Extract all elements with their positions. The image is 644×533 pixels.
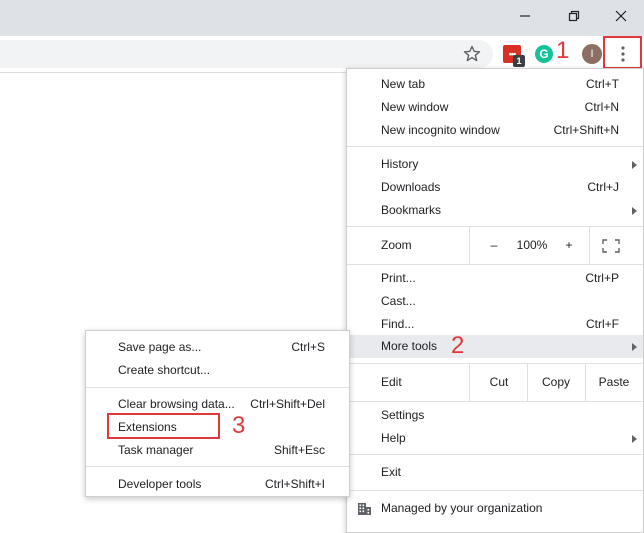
annotation-step-1: 1 xyxy=(556,37,570,64)
menu-item-print[interactable]: Print... Ctrl+P xyxy=(347,267,643,290)
menu-separator xyxy=(347,490,643,491)
menu-shortcut: Ctrl+Shift+N xyxy=(553,123,619,137)
menu-label: Help xyxy=(381,431,406,445)
menu-item-bookmarks[interactable]: Bookmarks xyxy=(347,199,643,222)
menu-label: Exit xyxy=(381,465,402,479)
submenu-item-task-manager[interactable]: Task manager Shift+Esc xyxy=(86,439,349,462)
menu-item-cast[interactable]: Cast... xyxy=(347,290,643,313)
menu-separator xyxy=(347,454,643,455)
menu-separator xyxy=(347,401,643,402)
menu-shortcut: Shift+Esc xyxy=(273,443,325,457)
menu-shortcut: Ctrl+J xyxy=(587,180,619,194)
zoom-level: 100% xyxy=(516,238,548,252)
edit-divider xyxy=(469,363,470,401)
menu-shortcut: Ctrl+T xyxy=(586,77,619,91)
menu-shortcut: Ctrl+F xyxy=(586,317,619,331)
menu-item-help[interactable]: Help xyxy=(347,427,643,450)
menu-item-more-tools[interactable]: More tools xyxy=(347,335,643,358)
menu-label: Managed by your organization xyxy=(381,501,543,515)
menu-shortcut: Ctrl+S xyxy=(291,340,325,354)
submenu-arrow-icon xyxy=(632,435,637,443)
annotation-step-2: 2 xyxy=(451,332,465,359)
menu-item-exit[interactable]: Exit xyxy=(347,461,643,484)
menu-item-find[interactable]: Find... Ctrl+F xyxy=(347,313,643,336)
menu-label: New incognito window xyxy=(381,123,500,137)
submenu-arrow-icon xyxy=(632,207,637,215)
extension-badge: 1 xyxy=(513,55,525,67)
restore-icon xyxy=(568,10,580,22)
submenu-item-developer-tools[interactable]: Developer tools Ctrl+Shift+I xyxy=(86,473,349,496)
menu-label: New window xyxy=(381,100,449,114)
minimize-button[interactable] xyxy=(502,0,548,32)
menu-label: Edit xyxy=(381,375,402,389)
menu-label: Cast... xyxy=(381,294,416,308)
extension-grammarly-icon[interactable]: G xyxy=(535,45,553,63)
menu-label: Zoom xyxy=(381,238,412,252)
restore-button[interactable] xyxy=(551,0,597,32)
menu-label: Developer tools xyxy=(118,477,202,491)
menu-item-new-tab[interactable]: New tab Ctrl+T xyxy=(347,73,643,96)
menu-shortcut: Ctrl+N xyxy=(584,100,619,114)
menu-label: Task manager xyxy=(118,443,194,457)
annotation-step-3: 3 xyxy=(232,412,246,439)
menu-label: Bookmarks xyxy=(381,203,442,217)
menu-separator xyxy=(347,363,643,364)
menu-label: Save page as... xyxy=(118,340,202,354)
highlight-extensions xyxy=(107,413,220,439)
menu-separator xyxy=(347,226,643,227)
menu-item-history[interactable]: History xyxy=(347,153,643,176)
menu-shortcut: Ctrl+P xyxy=(585,271,619,285)
menu-separator xyxy=(347,264,643,265)
minimize-icon xyxy=(520,15,530,17)
menu-shortcut: Ctrl+Shift+I xyxy=(264,477,325,491)
paste-button[interactable]: Paste xyxy=(586,366,642,398)
building-icon xyxy=(358,503,371,515)
submenu-arrow-icon xyxy=(632,343,637,351)
zoom-divider xyxy=(589,226,590,264)
menu-label: Settings xyxy=(381,408,425,422)
star-icon[interactable] xyxy=(462,44,482,64)
menu-label: History xyxy=(381,157,419,171)
submenu-item-create-shortcut[interactable]: Create shortcut... xyxy=(86,359,349,382)
address-bar[interactable] xyxy=(0,40,493,68)
menu-label: Downloads xyxy=(381,180,441,194)
menu-item-settings[interactable]: Settings xyxy=(347,404,643,427)
avatar[interactable]: I xyxy=(582,44,602,64)
menu-label: More tools xyxy=(381,339,438,353)
submenu-item-save-page[interactable]: Save page as... Ctrl+S xyxy=(86,336,349,359)
menu-label: Print... xyxy=(381,271,416,285)
close-button[interactable] xyxy=(598,0,644,32)
close-icon xyxy=(615,10,627,22)
menu-label: Find... xyxy=(381,317,415,331)
chrome-main-menu: New tab Ctrl+T New window Ctrl+N New inc… xyxy=(346,68,644,533)
menu-item-new-window[interactable]: New window Ctrl+N xyxy=(347,96,643,119)
menu-item-new-incognito[interactable]: New incognito window Ctrl+Shift+N xyxy=(347,119,643,142)
menu-item-managed[interactable]: Managed by your organization xyxy=(347,497,643,520)
menu-item-edit: Edit Cut Copy Paste xyxy=(347,363,643,401)
menu-label: New tab xyxy=(381,77,426,91)
submenu-arrow-icon xyxy=(632,161,637,169)
menu-shortcut: Ctrl+Shift+Del xyxy=(250,397,325,411)
menu-item-zoom: Zoom – 100% + xyxy=(347,226,643,264)
menu-separator xyxy=(347,146,643,147)
zoom-divider xyxy=(469,226,470,264)
menu-label: Create shortcut... xyxy=(118,363,211,377)
zoom-out-button[interactable]: – xyxy=(482,233,506,257)
cut-button[interactable]: Cut xyxy=(471,366,527,398)
fullscreen-icon[interactable] xyxy=(602,239,620,253)
highlight-menu-button xyxy=(603,36,642,69)
zoom-in-button[interactable]: + xyxy=(557,233,581,257)
window-titlebar xyxy=(0,0,644,36)
copy-button[interactable]: Copy xyxy=(528,366,584,398)
menu-separator xyxy=(86,387,349,388)
menu-separator xyxy=(86,466,349,467)
menu-item-downloads[interactable]: Downloads Ctrl+J xyxy=(347,176,643,199)
